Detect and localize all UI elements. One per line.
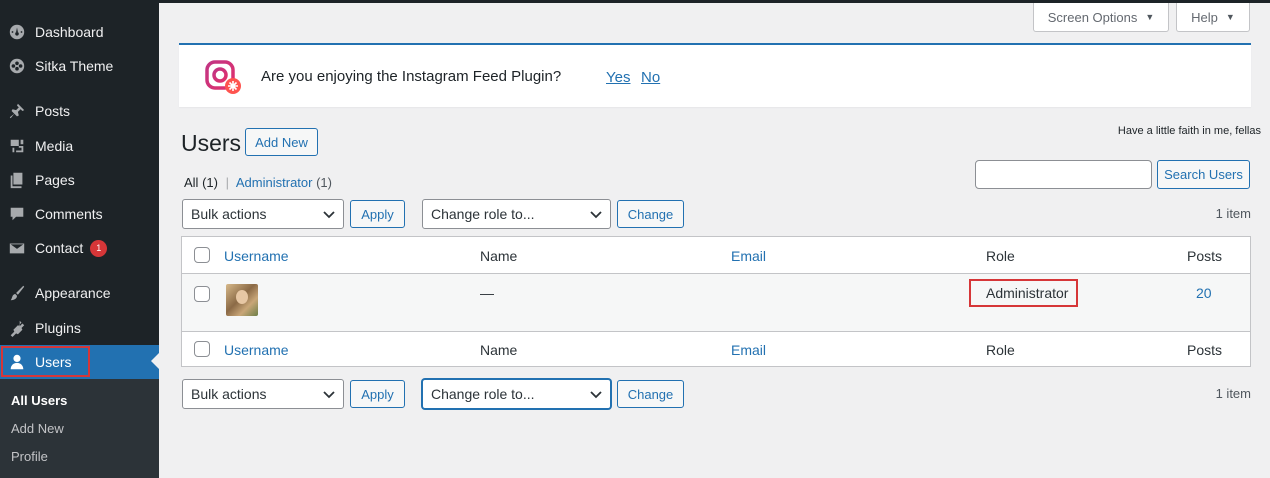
active-indicator <box>151 353 159 369</box>
column-username[interactable]: Username <box>224 248 289 264</box>
help-button[interactable]: Help ▼ <box>1176 3 1250 32</box>
sidebar-item-dashboard[interactable]: Dashboard <box>0 15 159 49</box>
sidebar-item-label: Plugins <box>35 320 81 336</box>
select-all-checkbox[interactable] <box>194 247 210 263</box>
theme-icon <box>7 56 27 76</box>
comments-icon <box>7 204 27 224</box>
sidebar-item-label: Posts <box>35 103 71 119</box>
plugin-icon <box>7 318 27 338</box>
sidebar-item-comments[interactable]: Comments <box>0 197 159 231</box>
table-header: Username Name Email Role Posts <box>182 237 1250 274</box>
column-posts: Posts <box>1187 248 1223 264</box>
submenu-all-users[interactable]: All Users <box>11 393 67 408</box>
change-role-button-bottom[interactable]: Change <box>617 380 684 408</box>
notice-no-link[interactable]: No <box>641 69 660 86</box>
bulk-actions-select-top[interactable]: Bulk actions <box>182 199 344 229</box>
column-role-footer: Role <box>986 342 1015 358</box>
item-count-bottom: 1 item <box>1215 386 1251 401</box>
search-users-button[interactable]: Search Users <box>1157 160 1250 189</box>
notification-badge: 1 <box>90 239 108 257</box>
column-name-footer: Name <box>480 342 518 358</box>
change-role-select-top[interactable]: Change role to... <box>422 199 611 229</box>
user-role-filters: All (1) | Administrator (1) <box>184 175 332 190</box>
sidebar-item-label: Media <box>35 138 74 154</box>
users-submenu: All Users Add New Profile <box>0 379 159 478</box>
filter-all-count: (1) <box>202 175 218 190</box>
row-checkbox[interactable] <box>194 286 210 302</box>
media-icon <box>7 136 27 156</box>
submenu-add-new[interactable]: Add New <box>11 421 64 436</box>
notice-question: Are you enjoying the Instagram Feed Plug… <box>261 68 562 85</box>
pin-icon <box>7 101 27 121</box>
sidebar-item-label: Pages <box>35 172 75 188</box>
admin-sidebar: Dashboard Sitka Theme Posts Media Pages … <box>0 0 159 478</box>
sidebar-item-label: Comments <box>35 206 103 222</box>
column-username-footer[interactable]: Username <box>224 342 289 358</box>
mail-icon <box>7 238 27 258</box>
column-role: Role <box>986 248 1015 264</box>
bulk-actions-value: Bulk actions <box>191 386 267 402</box>
sidebar-item-appearance[interactable]: Appearance <box>0 276 159 310</box>
user-posts-count[interactable]: 20 <box>1196 285 1212 301</box>
page-title: Users <box>181 130 242 156</box>
sidebar-item-plugins[interactable]: Plugins <box>0 311 159 345</box>
caret-down-icon: ▼ <box>1145 12 1155 22</box>
sidebar-item-label: Dashboard <box>35 24 104 40</box>
change-role-select-bottom[interactable]: Change role to... <box>422 379 611 409</box>
apply-button-bottom[interactable]: Apply <box>350 380 405 408</box>
add-new-user-button[interactable]: Add New <box>245 128 318 156</box>
filter-admin-count: (1) <box>316 175 332 190</box>
avatar[interactable] <box>226 284 258 316</box>
table-row: — Administrator 20 <box>182 274 1250 331</box>
screen-options-button[interactable]: Screen Options ▼ <box>1033 3 1169 32</box>
sidebar-item-contact[interactable]: Contact 1 <box>0 231 159 265</box>
sidebar-item-label: Appearance <box>35 285 111 301</box>
notice-yes-link[interactable]: Yes <box>606 69 630 86</box>
bulk-actions-select-bottom[interactable]: Bulk actions <box>182 379 344 409</box>
instagram-icon <box>205 60 241 94</box>
column-email-footer[interactable]: Email <box>731 342 766 358</box>
filter-all[interactable]: All (1) <box>184 175 218 190</box>
filter-all-label: All <box>184 175 199 190</box>
chevron-down-icon <box>323 211 335 219</box>
sidebar-item-media[interactable]: Media <box>0 129 159 163</box>
user-search-input[interactable] <box>975 160 1152 189</box>
item-count-top: 1 item <box>1215 206 1251 221</box>
sidebar-item-pages[interactable]: Pages <box>0 163 159 197</box>
filter-separator: | <box>225 175 229 190</box>
column-name: Name <box>480 248 518 264</box>
sidebar-item-sitka-theme[interactable]: Sitka Theme <box>0 49 159 83</box>
bulk-actions-value: Bulk actions <box>191 206 267 222</box>
help-label: Help <box>1191 9 1218 25</box>
filter-administrator[interactable]: Administrator (1) <box>236 175 332 190</box>
instagram-feed-notice: Are you enjoying the Instagram Feed Plug… <box>179 43 1251 107</box>
change-role-value: Change role to... <box>431 386 535 402</box>
sidebar-item-posts[interactable]: Posts <box>0 94 159 128</box>
sidebar-item-label: Sitka Theme <box>35 58 114 74</box>
chevron-down-icon <box>590 211 602 219</box>
select-all-checkbox-footer[interactable] <box>194 341 210 357</box>
filter-admin-label: Administrator <box>235 175 313 190</box>
column-posts-footer: Posts <box>1187 342 1223 358</box>
sidebar-item-label: Contact <box>35 240 84 256</box>
screen-options-label: Screen Options <box>1047 9 1138 25</box>
dashboard-icon <box>7 22 27 42</box>
chevron-down-icon <box>323 391 335 399</box>
highlight-outline <box>969 279 1078 307</box>
submenu-profile[interactable]: Profile <box>11 449 48 464</box>
hello-dolly-quote: Have a little faith in me, fellas <box>1117 125 1261 137</box>
change-role-button-top[interactable]: Change <box>617 200 684 228</box>
brush-icon <box>7 283 27 303</box>
avatar-face <box>236 290 248 304</box>
highlight-outline <box>1 346 90 377</box>
pages-icon <box>7 170 27 190</box>
column-email[interactable]: Email <box>731 248 766 264</box>
change-role-value: Change role to... <box>431 206 535 222</box>
caret-down-icon: ▼ <box>1225 12 1235 22</box>
user-name: — <box>480 285 494 301</box>
users-table: Username Name Email Role Posts — Adminis… <box>181 236 1251 367</box>
apply-button-top[interactable]: Apply <box>350 200 405 228</box>
table-footer: Username Name Email Role Posts <box>182 331 1250 366</box>
chevron-down-icon <box>590 391 602 399</box>
